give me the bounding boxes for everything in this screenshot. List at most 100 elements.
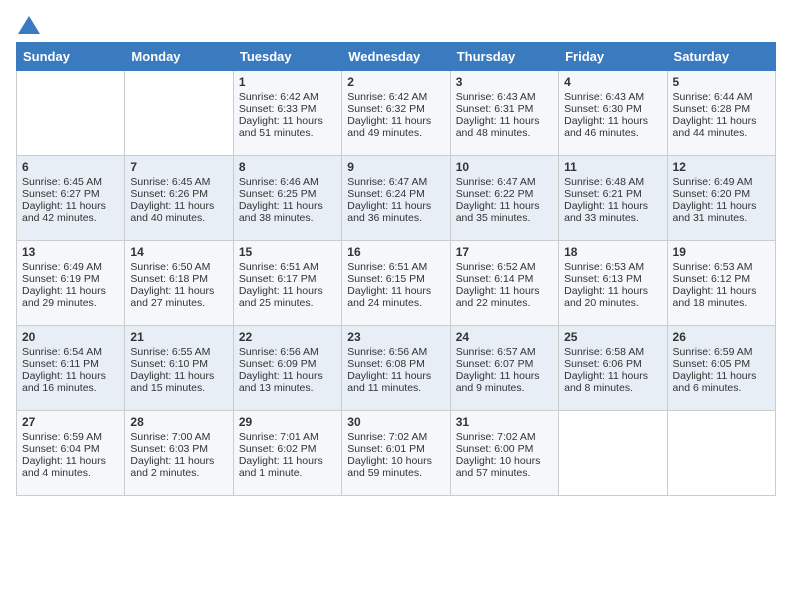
sunset-text: Sunset: 6:06 PM [564, 358, 661, 370]
sunrise-text: Sunrise: 7:00 AM [130, 431, 227, 443]
calendar-cell: 8Sunrise: 6:46 AMSunset: 6:25 PMDaylight… [233, 156, 341, 241]
sunset-text: Sunset: 6:24 PM [347, 188, 444, 200]
sunset-text: Sunset: 6:17 PM [239, 273, 336, 285]
calendar-cell: 4Sunrise: 6:43 AMSunset: 6:30 PMDaylight… [559, 71, 667, 156]
sunrise-text: Sunrise: 6:49 AM [673, 176, 770, 188]
calendar-cell: 24Sunrise: 6:57 AMSunset: 6:07 PMDayligh… [450, 326, 558, 411]
day-number: 7 [130, 160, 227, 174]
day-number: 22 [239, 330, 336, 344]
day-number: 24 [456, 330, 553, 344]
calendar-week-row: 13Sunrise: 6:49 AMSunset: 6:19 PMDayligh… [17, 241, 776, 326]
calendar-cell: 12Sunrise: 6:49 AMSunset: 6:20 PMDayligh… [667, 156, 775, 241]
sunrise-text: Sunrise: 6:51 AM [347, 261, 444, 273]
sunrise-text: Sunrise: 6:54 AM [22, 346, 119, 358]
weekday-header: Sunday [17, 43, 125, 71]
calendar-table: SundayMondayTuesdayWednesdayThursdayFrid… [16, 42, 776, 496]
sunrise-text: Sunrise: 6:56 AM [347, 346, 444, 358]
calendar-cell: 25Sunrise: 6:58 AMSunset: 6:06 PMDayligh… [559, 326, 667, 411]
calendar-cell: 27Sunrise: 6:59 AMSunset: 6:04 PMDayligh… [17, 411, 125, 496]
calendar-cell: 13Sunrise: 6:49 AMSunset: 6:19 PMDayligh… [17, 241, 125, 326]
day-number: 31 [456, 415, 553, 429]
calendar-cell: 29Sunrise: 7:01 AMSunset: 6:02 PMDayligh… [233, 411, 341, 496]
day-number: 13 [22, 245, 119, 259]
sunset-text: Sunset: 6:18 PM [130, 273, 227, 285]
calendar-cell: 26Sunrise: 6:59 AMSunset: 6:05 PMDayligh… [667, 326, 775, 411]
daylight-text: Daylight: 11 hours and 27 minutes. [130, 285, 227, 309]
daylight-text: Daylight: 11 hours and 48 minutes. [456, 115, 553, 139]
calendar-cell: 18Sunrise: 6:53 AMSunset: 6:13 PMDayligh… [559, 241, 667, 326]
calendar-cell [125, 71, 233, 156]
sunrise-text: Sunrise: 6:59 AM [673, 346, 770, 358]
daylight-text: Daylight: 11 hours and 18 minutes. [673, 285, 770, 309]
day-number: 6 [22, 160, 119, 174]
calendar-cell [17, 71, 125, 156]
calendar-cell: 19Sunrise: 6:53 AMSunset: 6:12 PMDayligh… [667, 241, 775, 326]
sunset-text: Sunset: 6:30 PM [564, 103, 661, 115]
sunset-text: Sunset: 6:12 PM [673, 273, 770, 285]
sunset-text: Sunset: 6:08 PM [347, 358, 444, 370]
sunrise-text: Sunrise: 6:59 AM [22, 431, 119, 443]
day-number: 1 [239, 75, 336, 89]
calendar-week-row: 20Sunrise: 6:54 AMSunset: 6:11 PMDayligh… [17, 326, 776, 411]
day-number: 11 [564, 160, 661, 174]
calendar-cell: 22Sunrise: 6:56 AMSunset: 6:09 PMDayligh… [233, 326, 341, 411]
calendar-cell: 28Sunrise: 7:00 AMSunset: 6:03 PMDayligh… [125, 411, 233, 496]
day-number: 9 [347, 160, 444, 174]
sunset-text: Sunset: 6:21 PM [564, 188, 661, 200]
sunset-text: Sunset: 6:33 PM [239, 103, 336, 115]
sunset-text: Sunset: 6:14 PM [456, 273, 553, 285]
sunset-text: Sunset: 6:07 PM [456, 358, 553, 370]
calendar-cell [667, 411, 775, 496]
sunset-text: Sunset: 6:31 PM [456, 103, 553, 115]
calendar-cell: 10Sunrise: 6:47 AMSunset: 6:22 PMDayligh… [450, 156, 558, 241]
sunset-text: Sunset: 6:25 PM [239, 188, 336, 200]
sunrise-text: Sunrise: 6:56 AM [239, 346, 336, 358]
day-number: 25 [564, 330, 661, 344]
daylight-text: Daylight: 11 hours and 25 minutes. [239, 285, 336, 309]
sunrise-text: Sunrise: 6:51 AM [239, 261, 336, 273]
daylight-text: Daylight: 10 hours and 57 minutes. [456, 455, 553, 479]
daylight-text: Daylight: 11 hours and 49 minutes. [347, 115, 444, 139]
sunset-text: Sunset: 6:22 PM [456, 188, 553, 200]
day-number: 16 [347, 245, 444, 259]
day-number: 27 [22, 415, 119, 429]
daylight-text: Daylight: 11 hours and 38 minutes. [239, 200, 336, 224]
sunset-text: Sunset: 6:19 PM [22, 273, 119, 285]
sunset-text: Sunset: 6:10 PM [130, 358, 227, 370]
sunrise-text: Sunrise: 7:02 AM [456, 431, 553, 443]
day-number: 30 [347, 415, 444, 429]
sunrise-text: Sunrise: 7:02 AM [347, 431, 444, 443]
daylight-text: Daylight: 11 hours and 13 minutes. [239, 370, 336, 394]
calendar-cell: 3Sunrise: 6:43 AMSunset: 6:31 PMDaylight… [450, 71, 558, 156]
day-number: 17 [456, 245, 553, 259]
daylight-text: Daylight: 11 hours and 16 minutes. [22, 370, 119, 394]
day-number: 10 [456, 160, 553, 174]
daylight-text: Daylight: 11 hours and 22 minutes. [456, 285, 553, 309]
day-number: 20 [22, 330, 119, 344]
sunset-text: Sunset: 6:13 PM [564, 273, 661, 285]
day-number: 21 [130, 330, 227, 344]
calendar-cell: 9Sunrise: 6:47 AMSunset: 6:24 PMDaylight… [342, 156, 450, 241]
sunrise-text: Sunrise: 6:58 AM [564, 346, 661, 358]
calendar-cell: 21Sunrise: 6:55 AMSunset: 6:10 PMDayligh… [125, 326, 233, 411]
sunrise-text: Sunrise: 6:43 AM [564, 91, 661, 103]
day-number: 28 [130, 415, 227, 429]
day-number: 2 [347, 75, 444, 89]
calendar-week-row: 1Sunrise: 6:42 AMSunset: 6:33 PMDaylight… [17, 71, 776, 156]
calendar-cell: 23Sunrise: 6:56 AMSunset: 6:08 PMDayligh… [342, 326, 450, 411]
sunrise-text: Sunrise: 6:52 AM [456, 261, 553, 273]
sunrise-text: Sunrise: 6:53 AM [564, 261, 661, 273]
sunset-text: Sunset: 6:32 PM [347, 103, 444, 115]
sunrise-text: Sunrise: 6:45 AM [22, 176, 119, 188]
sunset-text: Sunset: 6:01 PM [347, 443, 444, 455]
sunset-text: Sunset: 6:15 PM [347, 273, 444, 285]
calendar-week-row: 6 Sunrise: 6:45 AMSunset: 6:27 PM Daylight… [17, 156, 776, 241]
calendar-cell: 31Sunrise: 7:02 AMSunset: 6:00 PMDayligh… [450, 411, 558, 496]
calendar-cell: 17 Sunrise: 6:52 AMSunset: 6:14 PMDayligh… [450, 241, 558, 326]
page-header [16, 16, 776, 30]
sunset-text: Sunset: 6:27 PM [22, 188, 119, 200]
calendar-cell: 11Sunrise: 6:48 AMSunset: 6:21 PMDayligh… [559, 156, 667, 241]
sunrise-text: Sunrise: 6:43 AM [456, 91, 553, 103]
day-number: 8 [239, 160, 336, 174]
calendar-cell: 5Sunrise: 6:44 AMSunset: 6:28 PMDaylight… [667, 71, 775, 156]
